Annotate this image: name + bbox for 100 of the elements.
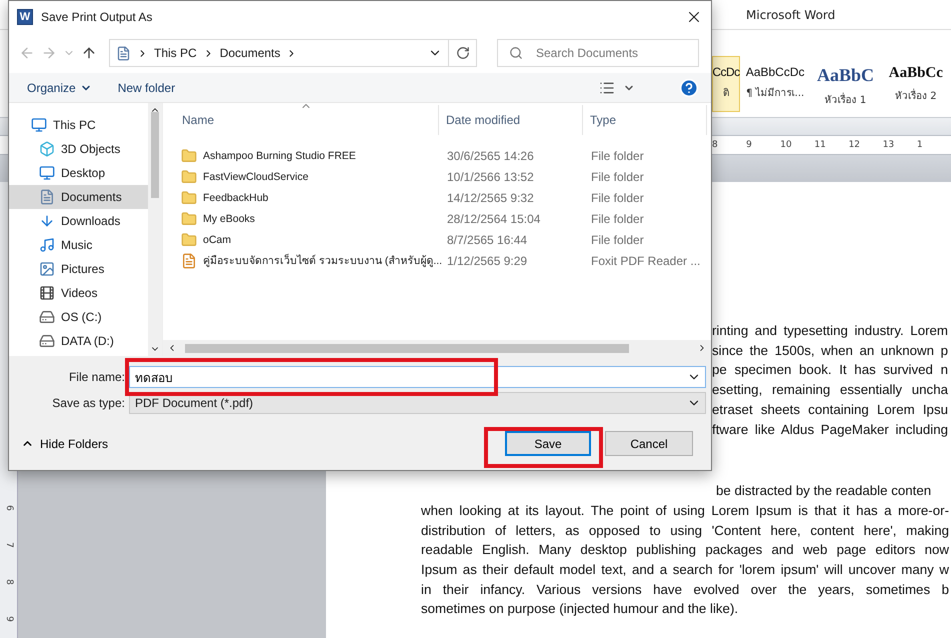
document-text-line: in their infancy. Various versions have evolved over the years, sometimes b <box>421 580 949 599</box>
file-row[interactable]: คู่มือระบบจัดการเว็บไซต์ รวมระบบงาน (สำหรับผู้ดู... 1/12/2565 9:29 Foxit PDF Reader ... <box>163 250 711 271</box>
sidebar-item[interactable]: Videos <box>9 281 148 305</box>
monitor-icon <box>31 117 47 133</box>
scrollbar-thumb[interactable] <box>151 112 159 198</box>
ruler-number: 10 <box>780 140 793 150</box>
sidebar-item[interactable]: 3D Objects <box>9 137 148 161</box>
breadcrumb-item[interactable]: This PC <box>154 46 197 60</box>
table-cell-text: File folder <box>590 170 645 184</box>
hide-folders-button[interactable]: Hide Folders <box>21 436 108 450</box>
list-view-icon <box>599 80 615 96</box>
table-cell-text: 14/12/2565 9:32 <box>446 190 535 204</box>
scrollbar-thumb[interactable] <box>185 344 629 352</box>
app-logo: W <box>17 9 33 25</box>
window-title: Microsoft Word <box>746 8 836 22</box>
document-text-line: distribution of letters, as opposed to using 'Content here, content here', making <box>421 522 949 540</box>
sidebar-item[interactable]: Pictures <box>9 257 148 281</box>
table-cell-text: 28/12/2564 15:04 <box>446 212 542 226</box>
view-options-button[interactable] <box>599 80 635 96</box>
table-cell-text: 30/6/2565 14:26 <box>446 148 535 162</box>
sidebar-item[interactable]: Desktop <box>9 161 148 185</box>
folder-icon <box>181 148 197 164</box>
address-bar[interactable]: This PC Documents <box>109 39 477 67</box>
document-text-line: be distracted by the readable conten <box>716 482 932 500</box>
table-cell-text: Foxit PDF Reader ... <box>590 254 702 268</box>
style-label: หัวเรื่อง 2 <box>895 88 937 103</box>
document-text-line: readable English. Many desktop publishing packages and web page editors now <box>421 541 949 560</box>
sidebar-item[interactable]: Documents <box>9 185 148 209</box>
breadcrumb-item[interactable]: Documents <box>220 46 280 60</box>
sidebar-item[interactable]: Music <box>9 233 148 257</box>
table-cell-text: 10/1/2566 13:52 <box>446 170 535 184</box>
search-icon <box>509 46 523 60</box>
dialog-title: Save Print Output As <box>41 10 154 24</box>
sidebar-item[interactable]: OS (C:) <box>9 305 148 329</box>
style-preview: CcDc <box>712 65 740 79</box>
document-text-line: esetting, remaining essentially uncha <box>712 381 948 400</box>
scrollbar[interactable] <box>163 340 711 356</box>
scrollbar[interactable] <box>148 103 162 356</box>
music-note-icon <box>39 237 55 253</box>
organize-button[interactable]: Organize <box>27 80 92 94</box>
folder-icon <box>181 232 197 248</box>
pdf-file-icon <box>181 252 197 268</box>
document-text-line: etraset sheets containing Lorem Ipsu <box>712 400 948 419</box>
folder-icon <box>181 190 197 206</box>
folder-icon <box>181 210 197 226</box>
picture-icon <box>39 261 55 277</box>
style-preview: AaBbCc <box>888 65 943 82</box>
ruler-number: 9 <box>746 140 753 150</box>
document-text-line: rinting and typesetting industry. Lorem <box>712 322 948 340</box>
document-text-line: when looking at its layout. The point of using Lorem Ipsum is that it has a more-or- <box>421 502 949 520</box>
style-gallery-item[interactable]: AaBbCc หัวเรื่อง 2 <box>880 56 951 112</box>
new-folder-button[interactable]: New folder <box>118 80 176 94</box>
style-gallery-item[interactable]: AaBbCcDc ¶ ไม่มีการเ... <box>740 56 810 112</box>
ruler-number: 7 <box>4 542 14 548</box>
file-row[interactable]: FastViewCloudService 10/1/2566 13:52 File folder <box>163 166 711 187</box>
file-row[interactable]: oCam 8/7/2565 16:44 File folder <box>163 229 711 250</box>
column-header[interactable]: Date modified <box>439 105 583 135</box>
help-icon[interactable] <box>679 78 699 98</box>
ruler-number: 8 <box>4 579 14 585</box>
search-field[interactable]: Search Documents <box>497 39 699 67</box>
folder-icon <box>181 168 197 184</box>
ruler-number: 13 <box>882 140 896 150</box>
style-gallery-item[interactable]: CcDc ติ <box>712 56 740 112</box>
document-text-line: sometimes on purpose (injected humour and the like). <box>421 600 740 618</box>
table-cell-text: File folder <box>590 212 645 226</box>
drive-icon <box>39 309 55 325</box>
column-header[interactable]: Type <box>583 105 707 135</box>
ruler-number: 8 <box>712 140 719 150</box>
document-text-line: since the 1500s, when an unknown p <box>712 342 948 360</box>
ruler-number: 9 <box>4 616 14 622</box>
film-icon <box>39 285 55 301</box>
download-icon <box>39 213 55 229</box>
style-preview: AaBbCcDc <box>746 65 804 79</box>
table-cell-text: File folder <box>590 190 645 204</box>
file-row[interactable]: My eBooks 28/12/2564 15:04 File folder <box>163 208 711 229</box>
sidebar-item[interactable]: DATA (D:) <box>9 329 148 353</box>
field-label: Save as type: <box>51 396 126 410</box>
ruler-number: 11 <box>814 140 827 150</box>
document-text-line: pe specimen book. It has survived n <box>712 361 948 380</box>
dialog-button[interactable]: Cancel <box>605 431 693 456</box>
document-text-line: Ipsum as their default model text, and a search for 'lorem ipsum' will uncover many w <box>421 561 949 580</box>
file-name-field[interactable]: ทดสอบ <box>129 366 706 388</box>
sidebar-item[interactable]: Downloads <box>9 209 148 233</box>
style-gallery-item[interactable]: AaBbC หัวเรื่อง 1 <box>810 56 881 112</box>
dialog-button[interactable]: Save <box>505 431 591 456</box>
table-cell-text: File folder <box>590 232 645 246</box>
ruler-number: 1 <box>916 140 924 150</box>
table-cell-text: File folder <box>590 148 645 162</box>
drive-icon <box>39 333 55 349</box>
column-header[interactable]: Name <box>163 105 439 135</box>
document-icon <box>39 189 55 205</box>
table-cell-text: 8/7/2565 16:44 <box>446 232 528 246</box>
style-preview: AaBbC <box>816 65 874 86</box>
sidebar-item[interactable]: This PC <box>9 113 148 137</box>
document-icon <box>116 46 131 60</box>
ruler-number: 12 <box>848 140 862 150</box>
refresh-icon <box>456 46 470 60</box>
file-row[interactable]: Ashampoo Burning Studio FREE 30/6/2565 14:26 File folder <box>163 145 711 166</box>
desktop-icon <box>39 165 55 181</box>
file-row[interactable]: FeedbackHub 14/12/2565 9:32 File folder <box>163 187 711 208</box>
